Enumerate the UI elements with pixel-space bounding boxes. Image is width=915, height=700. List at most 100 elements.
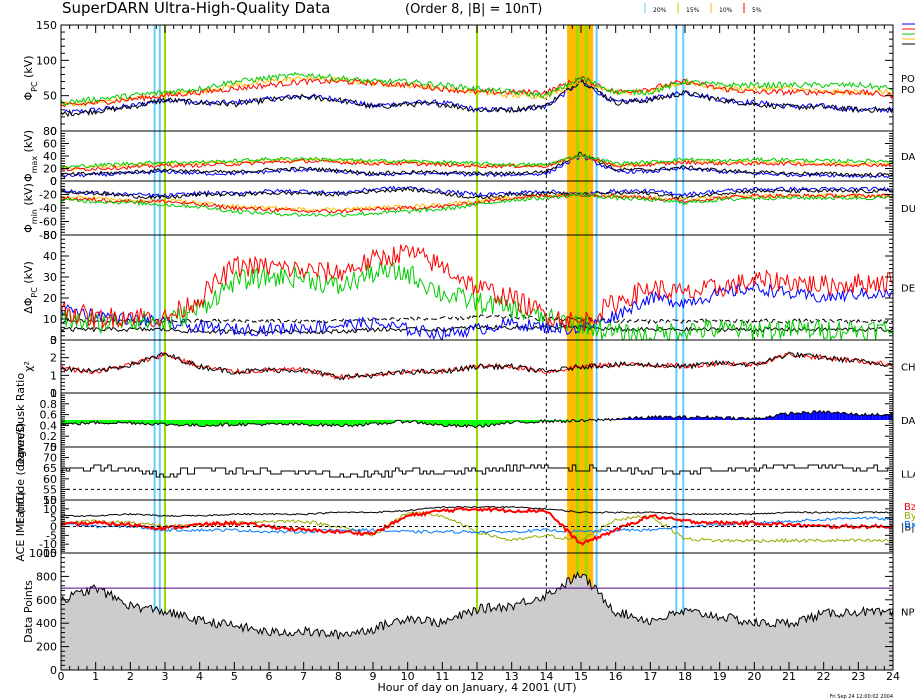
- x-tick-label: 5: [231, 670, 238, 683]
- y-label-unit: (kV): [22, 183, 35, 209]
- legend-label: 5%: [752, 7, 762, 14]
- y-tick-label: -40: [39, 202, 57, 215]
- y-tick-label: 40: [43, 250, 57, 263]
- right-panel-label: DAY: [901, 152, 915, 163]
- x-tick-label: 21: [782, 670, 796, 683]
- y-axis-label: Data Points: [22, 580, 35, 643]
- y-label-symbol: Φ: [22, 224, 35, 233]
- ratio-fill: [782, 413, 784, 420]
- x-tick-label: 8: [335, 670, 342, 683]
- right-panel-label: NP: [901, 608, 915, 619]
- ratio-fill: [286, 420, 289, 425]
- ratio-fill: [790, 412, 793, 420]
- event-line: [476, 25, 478, 670]
- event-line: [682, 25, 685, 670]
- y-tick-label: 2: [50, 352, 57, 365]
- right-panel-label: DAY: [901, 416, 915, 427]
- event-line: [164, 25, 166, 670]
- ratio-fill: [215, 420, 217, 427]
- y-tick-label: 60: [43, 138, 57, 151]
- y-label-unit: (degrees): [14, 423, 27, 479]
- panel-ratio: 00.20.40.60.81Dawn/Dusk RatioDAY: [14, 373, 915, 467]
- ratio-fill: [256, 420, 259, 425]
- x-tick-label: 24: [886, 670, 900, 683]
- y-tick-label: 10: [43, 313, 57, 326]
- ratio-fill: [210, 420, 212, 427]
- y-tick-label: 50: [43, 90, 57, 103]
- event-line: [153, 25, 156, 670]
- ratio-fill: [809, 413, 812, 420]
- ratio-fill: [482, 420, 484, 428]
- x-tick-label: 7: [300, 670, 307, 683]
- y-tick-label: 600: [36, 594, 57, 607]
- y-axis-label: Φmin (kV): [22, 183, 39, 233]
- right-panel-label: LLA: [901, 470, 915, 481]
- x-tick-label: 16: [609, 670, 623, 683]
- legend-label: 15%: [686, 7, 700, 14]
- y-label-unit: Ratio: [14, 373, 27, 405]
- x-tick-label: 19: [713, 670, 727, 683]
- right-panel-label: CH: [901, 363, 915, 374]
- y-label-unit: (kV): [22, 130, 35, 156]
- ratio-fill: [461, 420, 464, 427]
- y-label-symbol: ACE: [14, 540, 27, 562]
- ratio-fill: [783, 413, 786, 420]
- ratio-fill: [189, 420, 191, 426]
- y-label-unit: IMF (nT): [14, 491, 27, 539]
- y-tick-label: 1000: [29, 547, 57, 560]
- y-tick-label: 50: [43, 229, 57, 242]
- ratio-fill: [251, 420, 254, 424]
- panel-phimax: 020406080 Φmax (kV) DAY: [22, 125, 915, 188]
- ratio-fill: [180, 420, 183, 426]
- ratio-fill: [842, 412, 845, 420]
- y-tick-label: 100: [36, 54, 57, 67]
- event-band: [567, 25, 594, 670]
- x-tick-label: 2: [127, 670, 134, 683]
- ratio-fill: [834, 412, 836, 420]
- event-line: [675, 25, 678, 670]
- ratio-fill: [444, 420, 446, 427]
- panels: 050100150ΦPC (kV) POPO020406080Φmax (kV)D…: [14, 19, 915, 677]
- ratio-fill: [813, 410, 815, 420]
- chart-title: SuperDARN Ultra-High-Quality Data: [62, 0, 330, 17]
- y-label-symbol: Φ: [22, 92, 35, 101]
- y-tick-label: 400: [36, 617, 57, 630]
- panel-dphi: 01020304050ΔΦPC (kV)DE: [22, 229, 915, 347]
- ratio-fill: [797, 412, 800, 420]
- ratio-fill: [340, 420, 342, 427]
- ratio-fill: [201, 420, 204, 427]
- right-panel-label: PO: [901, 74, 915, 85]
- x-tick-label: 22: [817, 670, 831, 683]
- ratio-fill: [802, 411, 805, 420]
- y-axis-label: ACE IMF (nT): [14, 491, 27, 561]
- y-label-unit: (kV): [22, 55, 35, 81]
- y-label-symbol: Data Points: [22, 580, 35, 643]
- x-tick-label: 0: [58, 670, 65, 683]
- imf-component-label: Bx: [904, 520, 915, 531]
- y-tick-label: 150: [36, 19, 57, 32]
- right-panel-label: PO: [901, 85, 915, 96]
- y-tick-label: 20: [43, 292, 57, 305]
- x-axis-label: Hour of day on January, 4 2001 (UT): [377, 681, 576, 694]
- ratio-fill: [336, 420, 339, 425]
- ratio-fill: [806, 412, 809, 420]
- event-markers: [153, 25, 755, 670]
- legend-label: 10%: [719, 7, 733, 14]
- panel-imf: -15-10-5051015ACE IMF (nT) |B|BzByBx: [14, 491, 915, 561]
- ratio-fill: [780, 413, 783, 420]
- y-tick-label: 3: [50, 334, 57, 347]
- y-label-subscript: PC: [30, 287, 39, 298]
- x-tick-label: 17: [643, 670, 657, 683]
- y-axis-label: χ²: [22, 361, 35, 372]
- x-tick-label: 6: [266, 670, 273, 683]
- legend: 20% 15% 10% 5%: [644, 3, 762, 14]
- panel-phimin: -80-60-40-200Φmin (kV)DU: [22, 175, 915, 242]
- y-label-unit: (kV): [22, 261, 35, 287]
- superdarn-plot: SuperDARN Ultra-High-Quality Data (Order…: [14, 0, 915, 700]
- ratio-fill: [314, 420, 316, 426]
- y-tick-label: 1: [50, 369, 57, 382]
- x-tick-label: 20: [747, 670, 761, 683]
- x-tick-label: 1: [92, 670, 99, 683]
- event-line: [584, 25, 588, 670]
- ratio-fill: [78, 420, 81, 425]
